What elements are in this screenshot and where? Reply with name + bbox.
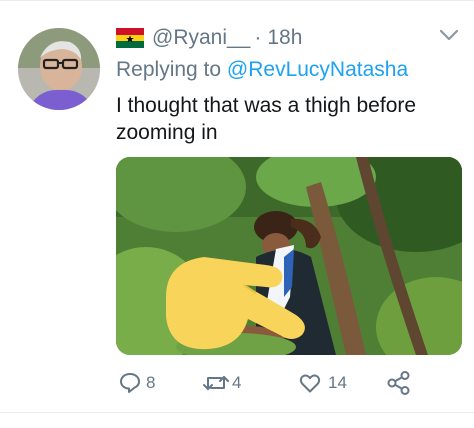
tweet-media[interactable] [116,157,462,355]
retweet-button[interactable]: 4 [202,366,241,400]
like-icon [299,374,321,393]
mention-link[interactable]: @RevLucyNatasha [227,58,408,81]
avatar-photo [18,28,100,110]
ghana-flag-icon [116,28,144,48]
tweet-header: @Ryani__ · 18h [116,23,302,53]
bottom-divider [0,412,474,413]
reply-button[interactable]: 8 [118,366,155,400]
replying-to-label: Replying to [116,58,222,81]
like-button[interactable]: 14 [298,366,347,400]
tweet-timestamp[interactable]: 18h [267,26,302,50]
reply-count: 8 [146,373,156,392]
share-icon [387,371,410,395]
reply-icon [120,373,140,393]
top-divider [0,0,474,1]
retweet-icon [203,376,229,390]
chevron-down-icon[interactable] [438,28,460,42]
replying-to-line: Replying to @RevLucyNatasha [116,58,408,82]
tweet-actions: 8 4 14 [116,366,456,400]
author-handle[interactable]: @Ryani__ [152,26,250,50]
tweet-text: I thought that was a thigh before zoomin… [116,94,417,144]
separator-dot: · [254,26,262,49]
retweet-count: 4 [232,373,242,392]
like-count: 14 [328,373,347,392]
avatar[interactable] [18,28,100,110]
share-button[interactable] [386,366,412,400]
media-image [116,157,462,355]
